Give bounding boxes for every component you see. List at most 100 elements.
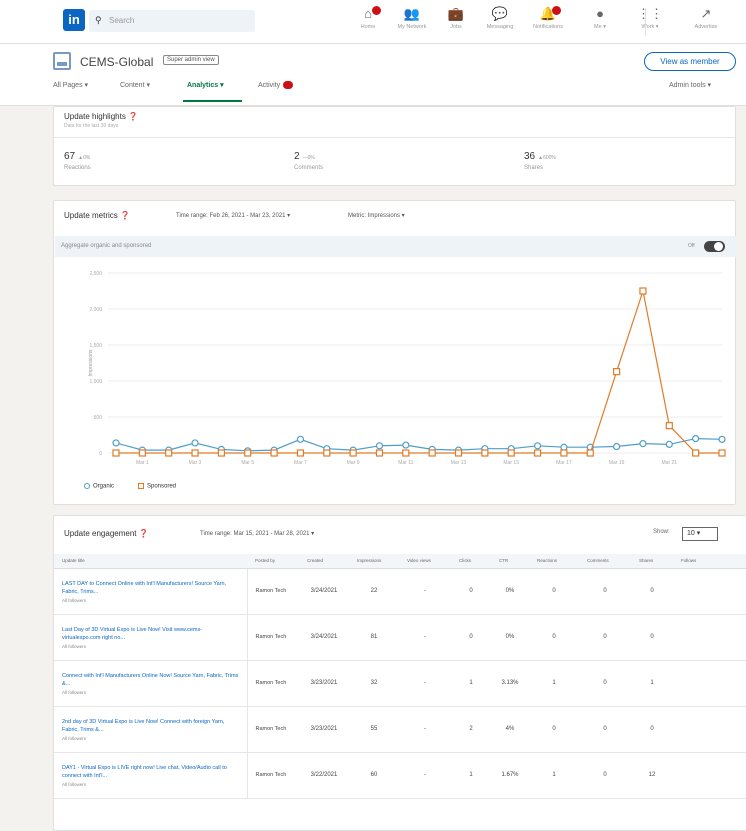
update-title-link[interactable]: DAY1 - Virtual Expo is LIVE right now! L… (62, 764, 239, 780)
aggregate-toggle[interactable] (704, 241, 725, 252)
table-row: 2nd day of 3D Virtual Expo is Live Now! … (54, 706, 746, 753)
data-point-sponsored (165, 449, 173, 457)
nav-advertise[interactable]: ↗ Advertise (683, 4, 729, 38)
admin-tools-menu[interactable]: Admin tools ▾ (669, 81, 711, 89)
x-tick-label: Mar 17 (556, 460, 572, 466)
aggregate-bar: Aggregate organic and sponsored Off (55, 236, 736, 257)
engagement-title-text: Update engagement (64, 529, 137, 538)
data-point-sponsored (586, 449, 594, 457)
avatar-icon: ● (596, 6, 604, 21)
page-header: CEMS-Global Super admin view View as mem… (0, 44, 746, 106)
column-header[interactable]: Created (299, 554, 349, 569)
notification-badge (552, 6, 561, 15)
update-title-link[interactable]: LAST DAY to Connect Online with Int'l Ma… (62, 580, 239, 596)
tab-activity[interactable]: Activity (258, 81, 294, 89)
help-icon[interactable]: ❓ (128, 112, 138, 121)
update-title-link[interactable]: 2nd day of 3D Virtual Expo is Live Now! … (62, 718, 239, 734)
bell-icon: 🔔 (539, 6, 557, 21)
data-point-sponsored (454, 449, 463, 457)
column-header[interactable]: CTR (491, 554, 529, 569)
metric-dropdown[interactable]: Metric: Impressions ▾ (348, 212, 405, 219)
data-point-sponsored (665, 422, 673, 430)
posted-by-link[interactable]: Ramon Tech (247, 614, 299, 661)
divider (54, 137, 735, 138)
legend-organic[interactable]: Organic (84, 483, 114, 490)
column-header[interactable]: Clicks (451, 554, 491, 569)
cell-shares: 0 (631, 568, 673, 615)
column-header[interactable]: Video views (399, 554, 451, 569)
data-point-sponsored (375, 449, 384, 457)
external-icon: ↗ (700, 6, 712, 21)
time-range-dropdown[interactable]: Time range: Feb 26, 2021 - Mar 23, 2021 … (176, 212, 290, 219)
home-icon: ⌂ (364, 6, 372, 21)
nav-messaging[interactable]: 💬 Messaging (477, 4, 523, 38)
cell-follows (673, 660, 746, 707)
search-placeholder: Search (109, 16, 135, 25)
update-title-link[interactable]: Connect with Int'l Manufacturers Online … (62, 672, 239, 688)
series-line-organic (115, 437, 723, 452)
column-header[interactable]: Impressions (349, 554, 399, 569)
tab-content[interactable]: Content ▾ (120, 81, 150, 89)
data-point-sponsored (718, 449, 726, 457)
column-header[interactable]: Follows (673, 554, 746, 569)
x-tick-label: Mar 11 (398, 460, 413, 466)
nav-my-network[interactable]: 👥 My Network (389, 4, 435, 38)
cell-reactions: 1 (529, 752, 579, 799)
tab-analytics[interactable]: Analytics ▾ (187, 81, 224, 89)
nav-jobs[interactable]: 💼 Jobs (433, 4, 479, 38)
cell-video: - (399, 568, 451, 615)
highlights-title-text: Update highlights (64, 112, 126, 121)
help-icon[interactable]: ❓ (120, 211, 130, 220)
data-point-organic (639, 440, 647, 448)
data-point-organic (560, 443, 568, 451)
cell-shares: 0 (631, 706, 673, 753)
update-audience: All followers (62, 781, 87, 787)
column-header[interactable]: Reactions (529, 554, 579, 569)
search-input[interactable]: ⚲ Search (89, 10, 255, 32)
nav-me[interactable]: ● Me ▾ (577, 4, 623, 38)
x-tick-label: Mar 3 (189, 460, 202, 466)
legend-sponsored-swatch (138, 483, 144, 489)
column-header[interactable]: Shares (631, 554, 673, 569)
linkedin-logo[interactable]: in (63, 9, 85, 31)
nav-work[interactable]: ⋮⋮ Work ▾ (627, 4, 673, 38)
column-header[interactable]: Posted by (247, 554, 299, 569)
metrics-title-text: Update metrics (64, 211, 118, 220)
update-title-link[interactable]: Last Day of 3D Virtual Expo is Live Now!… (62, 626, 239, 642)
help-icon[interactable]: ❓ (139, 529, 149, 538)
x-tick-label: Mar 1 (136, 460, 149, 466)
stat-reactions-label: Reactions (64, 165, 91, 171)
table-row: Connect with Int'l Manufacturers Online … (54, 660, 746, 707)
tab-all-pages[interactable]: All Pages ▾ (53, 81, 88, 89)
legend-sponsored[interactable]: Sponsored (138, 483, 176, 490)
data-point-organic (718, 435, 726, 443)
update-title-cell: Last Day of 3D Virtual Expo is Live Now!… (54, 614, 248, 661)
table-row: Last Day of 3D Virtual Expo is Live Now!… (54, 614, 746, 661)
data-point-sponsored (533, 449, 542, 457)
update-audience: All followers (62, 643, 87, 649)
data-point-sponsored (507, 449, 515, 457)
cell-shares: 1 (631, 660, 673, 707)
data-point-sponsored (138, 449, 146, 457)
show-label: Show: (653, 529, 670, 535)
engagement-time-range-dropdown[interactable]: Time range: Mar 15, 2021 - Mar 28, 2021 … (200, 530, 314, 537)
posted-by-link[interactable]: Ramon Tech (247, 660, 299, 707)
x-tick-label: Mar 15 (503, 460, 519, 466)
column-header[interactable]: Comments (579, 554, 631, 569)
show-count-select[interactable]: 10 ▾ (682, 527, 718, 541)
posted-by-link[interactable]: Ramon Tech (247, 706, 299, 753)
view-as-member-button[interactable]: View as member (644, 52, 736, 71)
column-header[interactable]: Update title (54, 554, 247, 569)
update-title-cell: Connect with Int'l Manufacturers Online … (54, 660, 248, 707)
update-metrics-card: Update metrics ❓ Time range: Feb 26, 202… (53, 200, 736, 505)
posted-by-link[interactable]: Ramon Tech (247, 568, 299, 615)
y-axis-label: Impressions (88, 349, 94, 376)
impressions-line-chart: 0 500 1,000 1,500 2,000 2,500 Impressions Mar 1… (88, 271, 726, 466)
data-point-organic (533, 442, 542, 450)
nav-notifications[interactable]: 🔔 Notifications (525, 4, 571, 38)
legend-organic-swatch (84, 483, 90, 489)
posted-by-link[interactable]: Ramon Tech (247, 752, 299, 799)
nav-home[interactable]: ⌂ Home (345, 4, 391, 38)
data-point-sponsored (692, 449, 700, 457)
x-tick-label: Mar 5 (241, 460, 254, 466)
